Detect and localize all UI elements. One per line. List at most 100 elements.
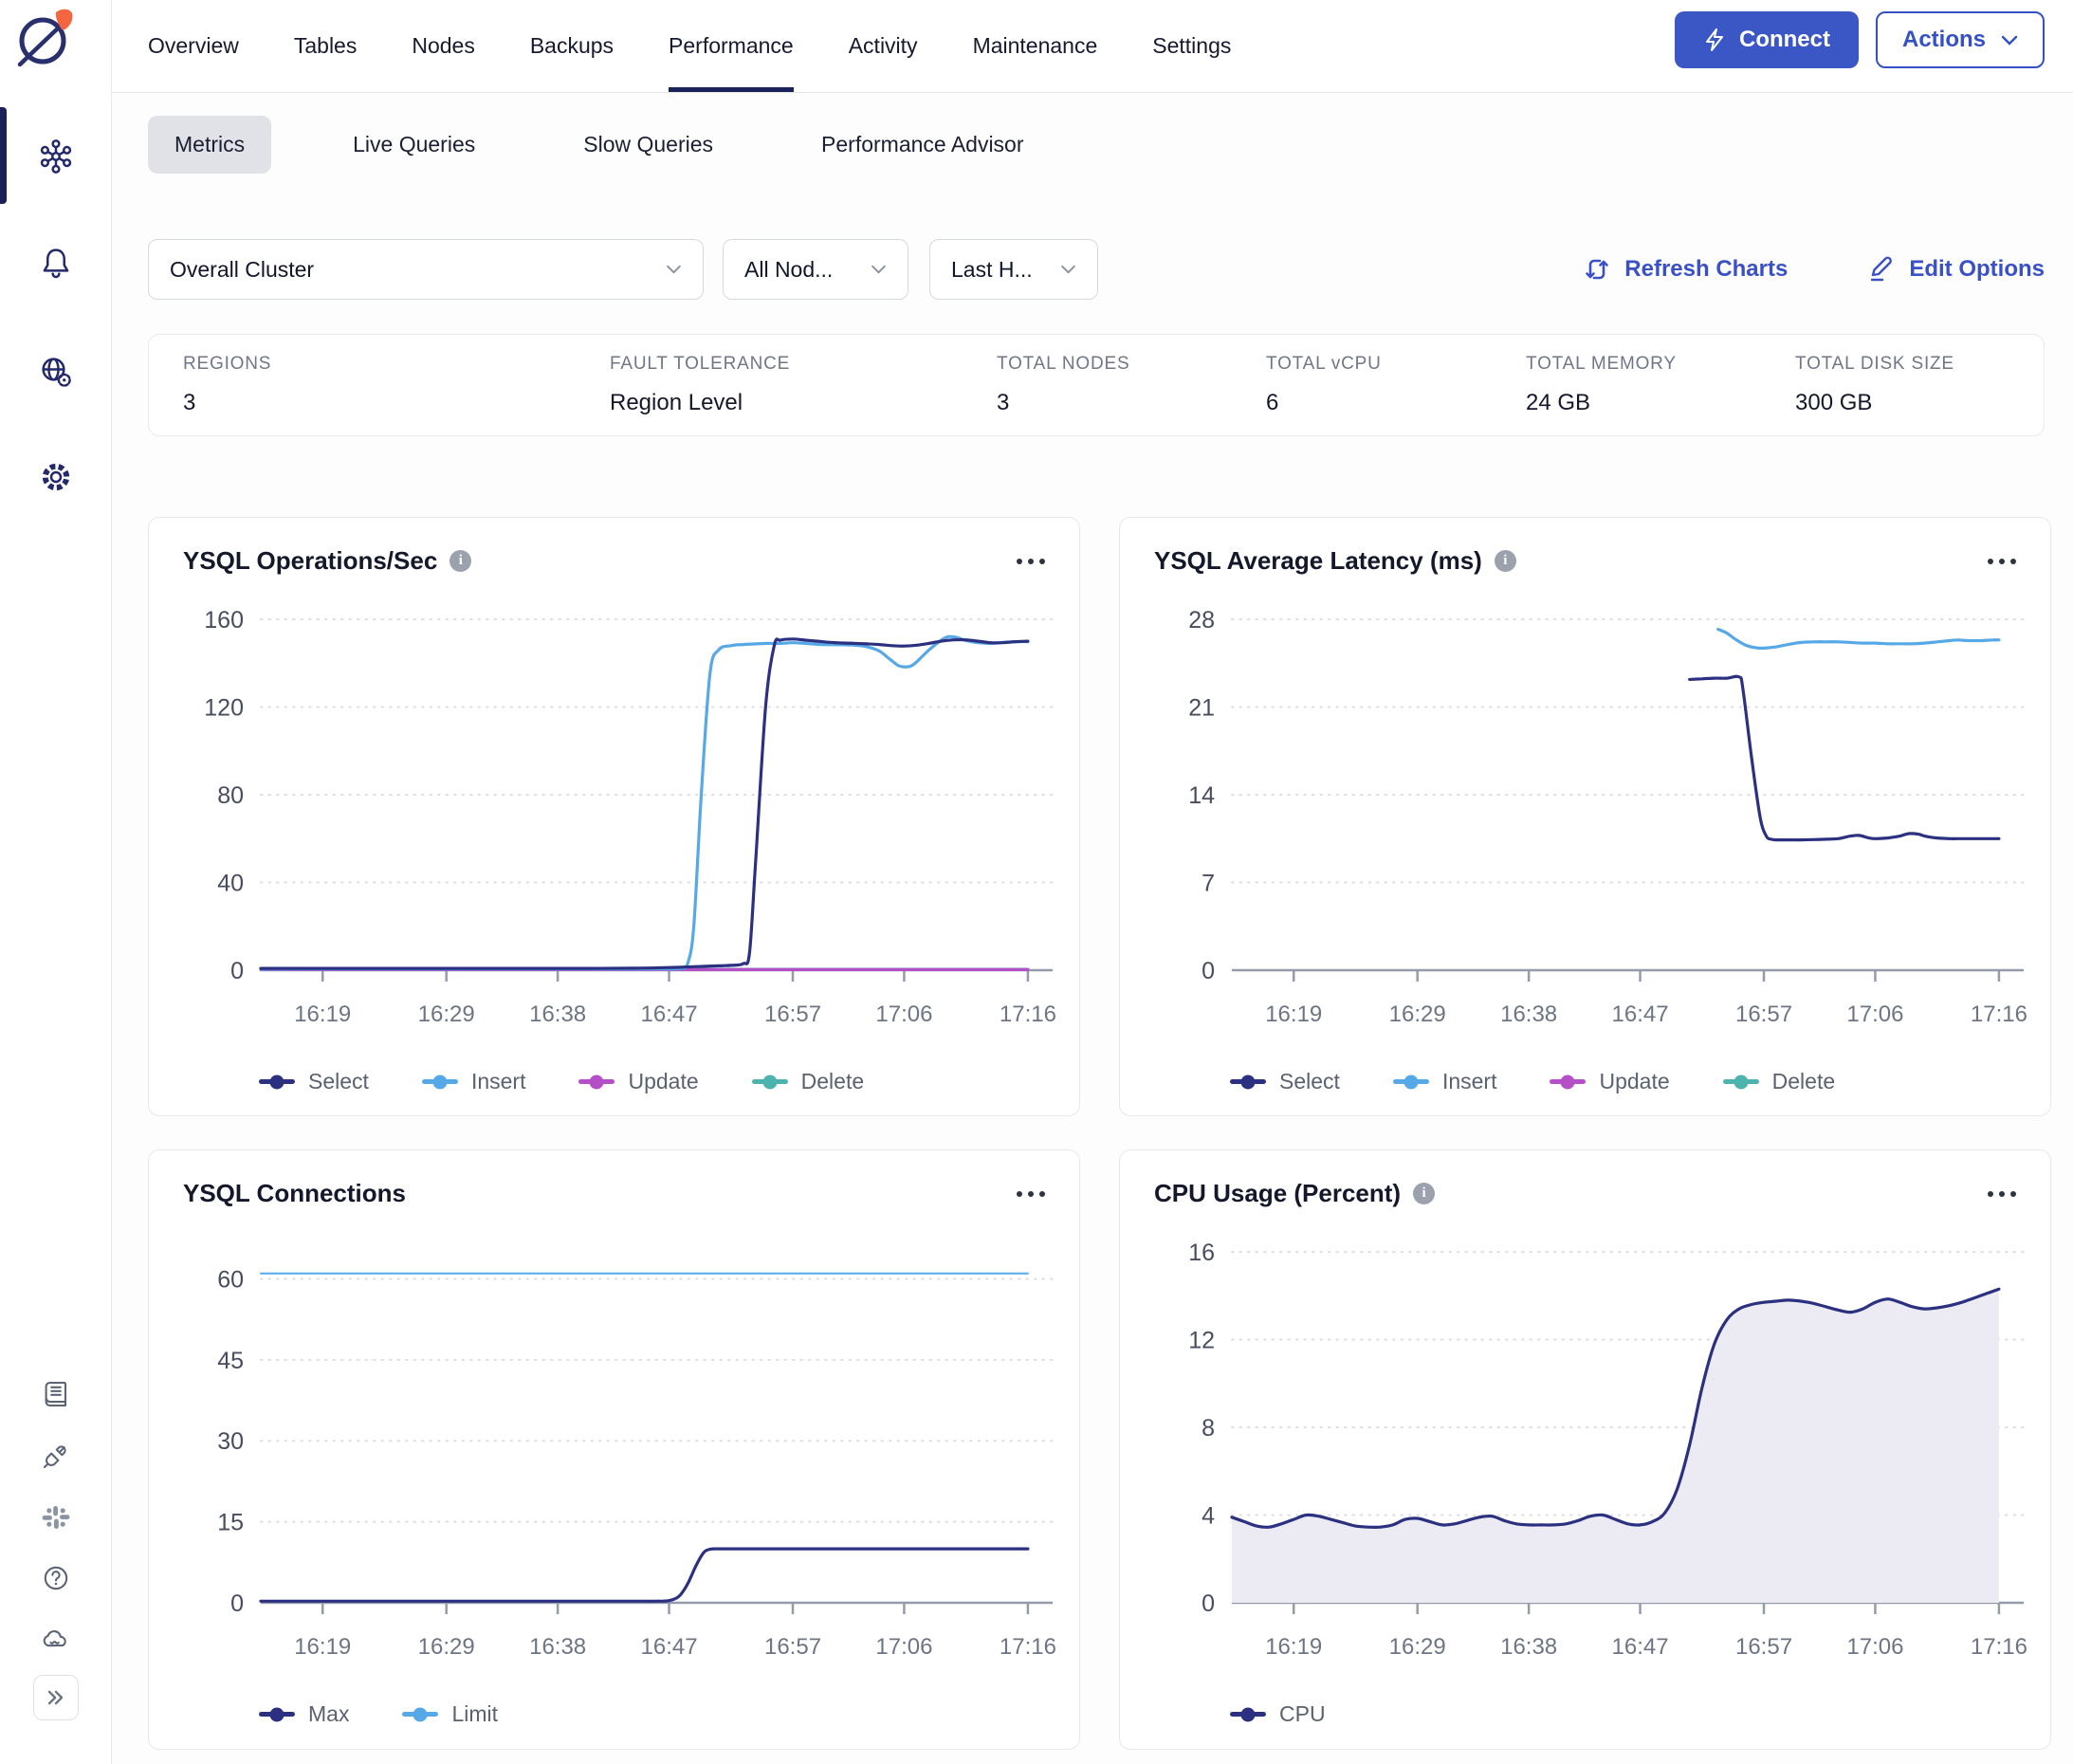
- stat-total-nodes: TOTAL NODES3: [997, 354, 1266, 435]
- chart-legend: CPU: [1230, 1701, 2050, 1727]
- chart-legend: Select Insert Update Delete: [259, 1069, 1079, 1094]
- svg-text:17:16: 17:16: [1000, 1001, 1056, 1027]
- chart-card-ysql-connections: YSQL Connections 01530456016:1916:2916:3…: [148, 1149, 1080, 1750]
- tab-tables[interactable]: Tables: [294, 0, 357, 92]
- svg-text:17:06: 17:06: [1846, 1634, 1903, 1660]
- info-icon[interactable]: i: [1413, 1183, 1435, 1204]
- nodes-select[interactable]: All Nod...: [723, 239, 908, 300]
- chart-card-ysql-latency: YSQL Average Latency (ms) i 0714212816:1…: [1119, 517, 2051, 1116]
- subtab-slow-queries[interactable]: Slow Queries: [557, 116, 740, 174]
- chart-canvas: 0714212816:1916:2916:3816:4716:5717:0617…: [1120, 591, 2052, 1065]
- svg-text:16:57: 16:57: [764, 1634, 821, 1660]
- docs-book-icon[interactable]: [35, 1373, 77, 1415]
- legend-item-delete[interactable]: Delete: [752, 1069, 864, 1094]
- yugabyte-logo[interactable]: [11, 6, 78, 72]
- lightning-icon: [1703, 28, 1726, 52]
- slack-icon[interactable]: [35, 1497, 77, 1538]
- svg-text:16:38: 16:38: [529, 1634, 586, 1660]
- chevron-down-icon: [666, 265, 682, 274]
- stat-total-disk-size: TOTAL DISK SIZE300 GB: [1795, 354, 1954, 435]
- subtab-performance-advisor[interactable]: Performance Advisor: [795, 116, 1050, 174]
- svg-text:0: 0: [1202, 958, 1215, 984]
- info-icon[interactable]: i: [449, 550, 471, 572]
- svg-text:17:06: 17:06: [875, 1001, 932, 1027]
- settings-gear-icon[interactable]: [35, 456, 77, 498]
- chart-card-ysql-operations: YSQL Operations/Sec i 0408012016016:1916…: [148, 517, 1080, 1116]
- svg-text:28: 28: [1188, 607, 1215, 634]
- refresh-charts-button[interactable]: Refresh Charts: [1583, 255, 1788, 284]
- legend-item-delete[interactable]: Delete: [1723, 1069, 1835, 1094]
- chart-legend: Max Limit: [259, 1701, 1079, 1727]
- notifications-bell-icon[interactable]: [35, 242, 77, 284]
- svg-text:16:19: 16:19: [1265, 1001, 1322, 1027]
- legend-marker: [422, 1079, 458, 1084]
- legend-item-insert[interactable]: Insert: [1393, 1069, 1497, 1094]
- legend-item-select[interactable]: Select: [1230, 1069, 1340, 1094]
- stat-total-vcpu: TOTAL vCPU6: [1266, 354, 1526, 435]
- tab-maintenance[interactable]: Maintenance: [973, 0, 1098, 92]
- tab-nodes[interactable]: Nodes: [412, 0, 474, 92]
- legend-item-limit[interactable]: Limit: [402, 1701, 498, 1727]
- cluster-icon[interactable]: [35, 136, 77, 177]
- chart-menu-button[interactable]: [1982, 1185, 2022, 1203]
- info-icon[interactable]: i: [1495, 550, 1516, 572]
- svg-text:16:57: 16:57: [1735, 1634, 1792, 1660]
- chart-card-cpu-usage: CPU Usage (Percent) i 048121616:1916:291…: [1119, 1149, 2051, 1750]
- actions-button[interactable]: Actions: [1876, 11, 2045, 68]
- svg-text:17:16: 17:16: [1971, 1001, 2027, 1027]
- svg-text:16:19: 16:19: [294, 1001, 351, 1027]
- svg-text:80: 80: [217, 782, 244, 809]
- svg-text:15: 15: [217, 1510, 244, 1536]
- chevron-down-icon: [2001, 35, 2018, 46]
- tab-backups[interactable]: Backups: [530, 0, 614, 92]
- chart-menu-button[interactable]: [1011, 553, 1051, 570]
- tab-performance[interactable]: Performance: [669, 0, 794, 92]
- regions-globe-icon[interactable]: [35, 351, 77, 393]
- svg-text:21: 21: [1188, 695, 1215, 722]
- connect-button[interactable]: Connect: [1675, 11, 1859, 68]
- tab-settings[interactable]: Settings: [1152, 0, 1231, 92]
- legend-item-update[interactable]: Update: [578, 1069, 698, 1094]
- legend-item-insert[interactable]: Insert: [422, 1069, 526, 1094]
- svg-text:0: 0: [1202, 1590, 1215, 1617]
- svg-text:16:47: 16:47: [641, 1634, 698, 1660]
- legend-marker: [402, 1712, 438, 1717]
- legend-marker: [1550, 1079, 1586, 1084]
- subtab-metrics[interactable]: Metrics: [148, 116, 271, 174]
- sidebar: [0, 0, 112, 1764]
- legend-item-cpu[interactable]: CPU: [1230, 1701, 1326, 1727]
- integrations-plug-icon[interactable]: [35, 1435, 77, 1477]
- tab-activity[interactable]: Activity: [849, 0, 918, 92]
- svg-text:0: 0: [230, 958, 244, 984]
- legend-item-update[interactable]: Update: [1550, 1069, 1669, 1094]
- edit-options-button[interactable]: Edit Options: [1867, 255, 2045, 284]
- performance-page: Metrics Live Queries Slow Queries Perfor…: [112, 93, 2073, 1764]
- svg-text:16:38: 16:38: [529, 1001, 586, 1027]
- tab-overview[interactable]: Overview: [148, 0, 239, 92]
- expand-sidebar-button[interactable]: [33, 1675, 79, 1720]
- svg-text:17:06: 17:06: [875, 1634, 932, 1660]
- subtab-live-queries[interactable]: Live Queries: [326, 116, 502, 174]
- chart-menu-button[interactable]: [1982, 553, 2022, 570]
- legend-item-max[interactable]: Max: [259, 1701, 349, 1727]
- chart-title: YSQL Average Latency (ms): [1154, 546, 1482, 576]
- metrics-filter-bar: Overall Cluster All Nod... Last H...: [148, 239, 2045, 300]
- legend-marker: [578, 1079, 615, 1084]
- stat-regions: REGIONS3: [183, 354, 610, 435]
- svg-text:16: 16: [1188, 1240, 1215, 1266]
- cluster-select[interactable]: Overall Cluster: [148, 239, 704, 300]
- cloud-status-icon[interactable]: [35, 1618, 77, 1660]
- time-range-select[interactable]: Last H...: [929, 239, 1098, 300]
- legend-item-select[interactable]: Select: [259, 1069, 369, 1094]
- help-icon[interactable]: [35, 1557, 77, 1599]
- stat-total-memory: TOTAL MEMORY24 GB: [1526, 354, 1795, 435]
- legend-marker: [259, 1079, 295, 1084]
- chart-menu-button[interactable]: [1011, 1185, 1051, 1203]
- svg-text:8: 8: [1202, 1415, 1215, 1442]
- chart-legend: Select Insert Update Delete: [1230, 1069, 2050, 1094]
- svg-text:16:47: 16:47: [641, 1001, 698, 1027]
- active-nav-indicator: [0, 107, 7, 204]
- pencil-icon: [1867, 255, 1896, 284]
- svg-text:16:29: 16:29: [418, 1634, 475, 1660]
- stat-fault-tolerance: FAULT TOLERANCERegion Level: [610, 354, 997, 435]
